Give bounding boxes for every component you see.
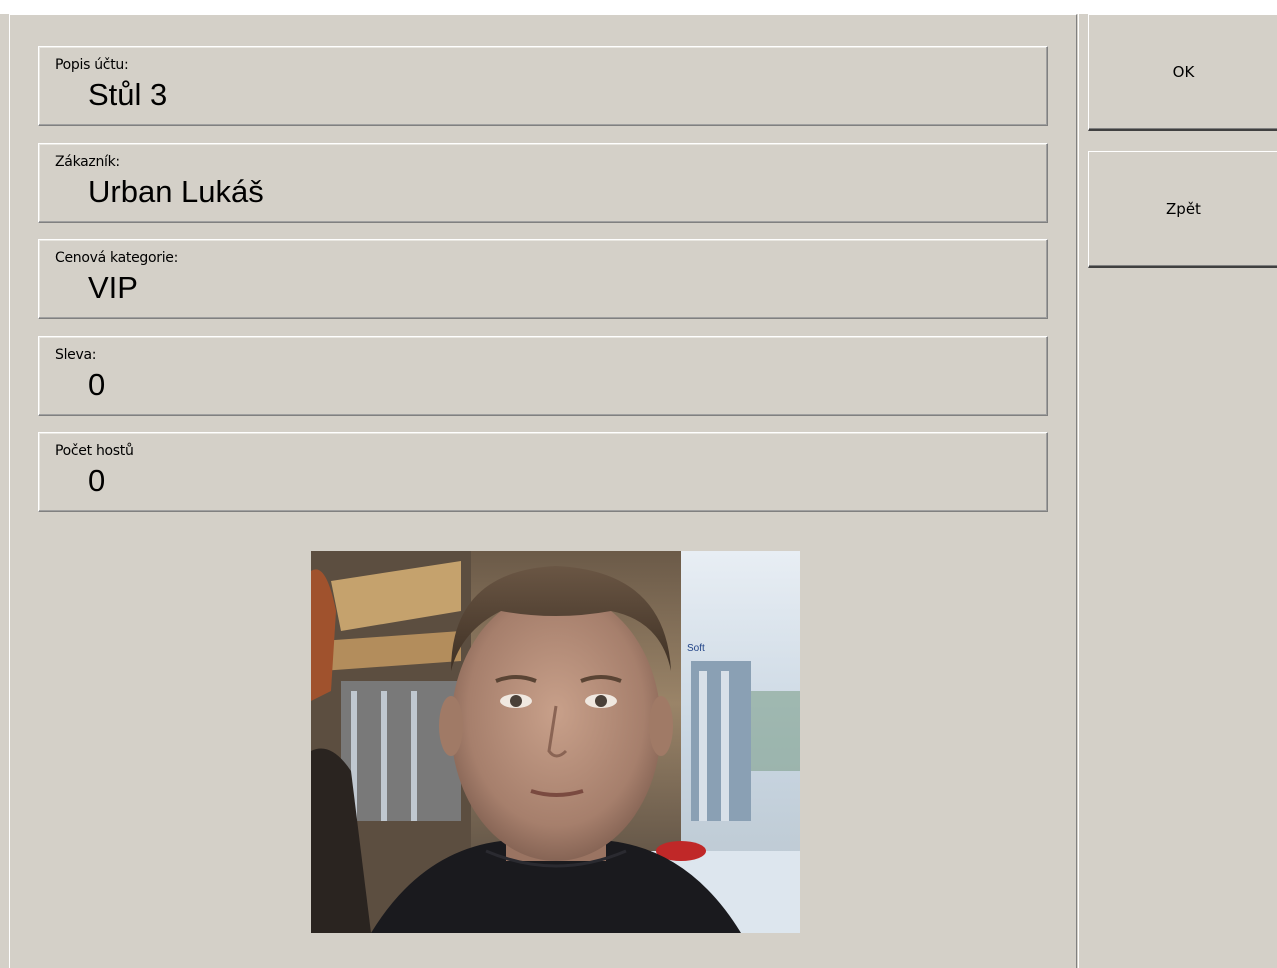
customer-label: Zákazník:	[55, 154, 120, 170]
svg-text:Soft: Soft	[687, 643, 705, 654]
back-button[interactable]: Zpět	[1088, 151, 1277, 268]
side-panel: OK Zpět	[1078, 14, 1277, 968]
discount-value: 0	[88, 367, 106, 402]
account-description-field[interactable]: Popis účtu: Stůl 3	[38, 46, 1048, 126]
main-panel: Popis účtu: Stůl 3 Zákazník: Urban Lukáš…	[9, 14, 1077, 968]
top-strip	[0, 0, 1277, 14]
customer-value: Urban Lukáš	[88, 174, 264, 209]
price-category-label: Cenová kategorie:	[55, 250, 179, 266]
account-dialog: Popis účtu: Stůl 3 Zákazník: Urban Lukáš…	[0, 0, 1277, 968]
price-category-field[interactable]: Cenová kategorie: VIP	[38, 239, 1048, 319]
account-description-value: Stůl 3	[88, 77, 168, 112]
discount-field[interactable]: Sleva: 0	[38, 336, 1048, 416]
guest-count-field[interactable]: Počet hostů 0	[38, 432, 1048, 512]
discount-label: Sleva:	[55, 347, 97, 363]
guest-count-label: Počet hostů	[55, 443, 134, 459]
ok-button[interactable]: OK	[1088, 14, 1277, 131]
customer-photo: Soft	[311, 551, 800, 933]
guest-count-value: 0	[88, 463, 106, 498]
account-description-label: Popis účtu:	[55, 57, 129, 73]
back-button-label: Zpět	[1166, 200, 1201, 218]
price-category-value: VIP	[88, 270, 138, 305]
customer-field[interactable]: Zákazník: Urban Lukáš	[38, 143, 1048, 223]
ok-button-label: OK	[1172, 63, 1195, 81]
